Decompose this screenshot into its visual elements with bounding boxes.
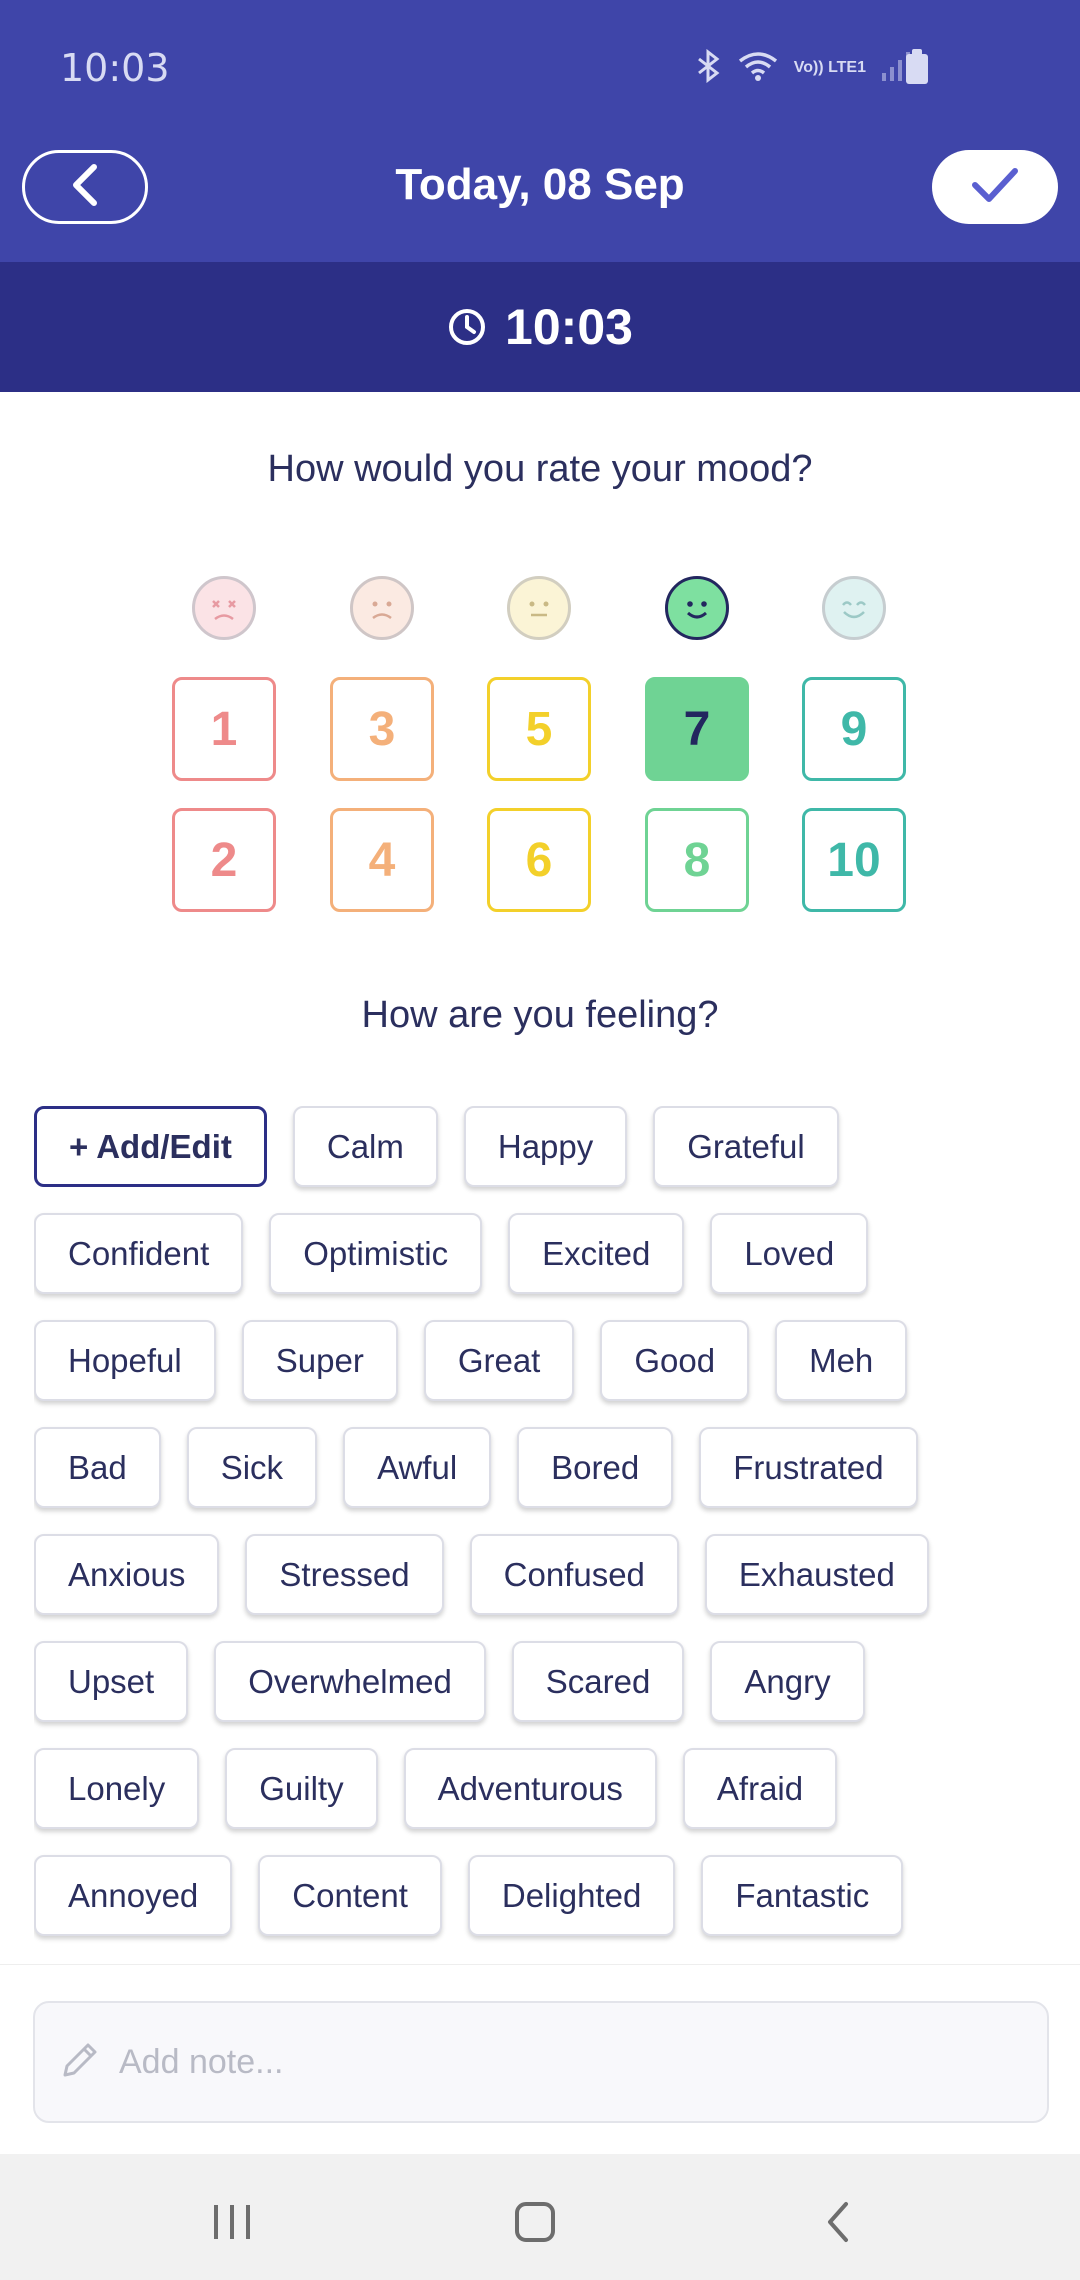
back-icon[interactable] <box>808 2192 868 2252</box>
rating-1[interactable]: 1 <box>172 677 276 781</box>
network-label: Vo)) LTE1 <box>793 59 866 76</box>
feeling-tag[interactable]: Adventurous <box>403 1748 657 1829</box>
status-icons: Vo)) LTE1 <box>696 48 910 88</box>
rating-10[interactable]: 10 <box>802 808 906 912</box>
time-selector[interactable]: 10:03 <box>0 262 1080 392</box>
status-time: 10:03 <box>60 46 170 90</box>
feeling-tag[interactable]: Awful <box>343 1427 492 1508</box>
feeling-tag[interactable]: Super <box>241 1320 398 1401</box>
wifi-icon <box>736 49 780 88</box>
feeling-tag[interactable]: Happy <box>463 1106 628 1187</box>
rating-2[interactable]: 2 <box>172 808 276 912</box>
feeling-tag[interactable]: Confused <box>469 1534 679 1615</box>
feeling-tag[interactable]: Guilty <box>225 1748 378 1829</box>
feelings-question: How are you feeling? <box>361 994 719 1036</box>
feeling-tag[interactable]: Confident <box>34 1213 244 1294</box>
feeling-tag[interactable]: Afraid <box>682 1748 838 1829</box>
rating-9[interactable]: 9 <box>802 677 906 781</box>
feeling-tag[interactable]: Excited <box>508 1213 685 1294</box>
tag-row: Annoyed Content Delighted Fantastic <box>34 1855 1054 1936</box>
battery-icon <box>906 49 928 84</box>
feeling-tag[interactable]: Bad <box>34 1427 161 1508</box>
recent-apps-icon[interactable] <box>202 2192 262 2252</box>
feeling-tag[interactable]: Exhausted <box>704 1534 929 1615</box>
note-input[interactable] <box>119 2042 999 2082</box>
feeling-tag[interactable]: Sick <box>186 1427 318 1508</box>
neutral-face-icon <box>507 576 571 640</box>
check-icon <box>971 165 1019 210</box>
rating-7-selected[interactable]: 7 <box>645 677 749 781</box>
feeling-tag[interactable]: Angry <box>710 1641 865 1722</box>
feeling-tag[interactable]: Anxious <box>34 1534 220 1615</box>
rating-5[interactable]: 5 <box>487 677 591 781</box>
very-sad-face-icon <box>192 576 256 640</box>
feeling-tag[interactable]: Good <box>600 1320 750 1401</box>
feeling-tag[interactable]: Optimistic <box>269 1213 483 1294</box>
entry-time: 10:03 <box>505 299 633 355</box>
happy-face-icon <box>822 576 886 640</box>
feeling-tag[interactable]: Upset <box>34 1641 189 1722</box>
clock-icon <box>447 307 487 347</box>
sad-face-icon <box>350 576 414 640</box>
smile-face-icon <box>665 576 729 640</box>
feeling-tag[interactable]: Overwhelmed <box>214 1641 486 1722</box>
feeling-tag[interactable]: Calm <box>292 1106 438 1187</box>
rating-3[interactable]: 3 <box>330 677 434 781</box>
rating-4[interactable]: 4 <box>330 808 434 912</box>
feeling-tag[interactable]: Frustrated <box>699 1427 918 1508</box>
tag-row: Upset Overwhelmed Scared Angry <box>34 1641 1054 1722</box>
feeling-tag[interactable]: Loved <box>710 1213 869 1294</box>
save-button[interactable] <box>932 150 1058 224</box>
tag-row: Bad Sick Awful Bored Frustrated <box>34 1427 1054 1508</box>
note-bar <box>0 1964 1080 2154</box>
note-field[interactable] <box>33 2001 1049 2123</box>
feeling-tag[interactable]: Lonely <box>34 1748 200 1829</box>
feeling-tag[interactable]: Scared <box>511 1641 685 1722</box>
feelings-tag-list: + Add/Edit Calm Happy Grateful Confident… <box>34 1106 1054 1964</box>
tag-row: Lonely Guilty Adventurous Afraid <box>34 1748 1054 1829</box>
page-title: Today, 08 Sep <box>395 160 685 209</box>
feeling-tag[interactable]: Hopeful <box>34 1320 216 1401</box>
tag-row: Confident Optimistic Excited Loved <box>34 1213 1054 1294</box>
tag-row: Anxious Stressed Confused Exhausted <box>34 1534 1054 1615</box>
rating-8[interactable]: 8 <box>645 808 749 912</box>
tag-row: Hopeful Super Great Good Meh <box>34 1320 1054 1401</box>
app-header: 10:03 Vo)) LTE1 Today, 08 Sep <box>0 0 1080 262</box>
feeling-tag[interactable]: Meh <box>775 1320 908 1401</box>
pencil-icon <box>57 2037 103 2088</box>
feeling-tag[interactable]: Stressed <box>245 1534 444 1615</box>
home-icon[interactable] <box>505 2192 565 2252</box>
bluetooth-icon <box>696 48 722 88</box>
mood-question: How would you rate your mood? <box>267 448 813 490</box>
feeling-tag[interactable]: Annoyed <box>34 1855 233 1936</box>
feeling-tag[interactable]: Fantastic <box>701 1855 904 1936</box>
feeling-tag[interactable]: Content <box>258 1855 442 1936</box>
rating-6[interactable]: 6 <box>487 808 591 912</box>
feeling-tag[interactable]: Bored <box>517 1427 674 1508</box>
system-navigation-bar <box>0 2154 1080 2280</box>
tag-row: + Add/Edit Calm Happy Grateful <box>34 1106 1054 1187</box>
add-edit-feelings-button[interactable]: + Add/Edit <box>34 1106 267 1187</box>
feeling-tag[interactable]: Great <box>423 1320 575 1401</box>
feeling-tag[interactable]: Delighted <box>467 1855 676 1936</box>
feeling-tag[interactable]: Grateful <box>653 1106 839 1187</box>
